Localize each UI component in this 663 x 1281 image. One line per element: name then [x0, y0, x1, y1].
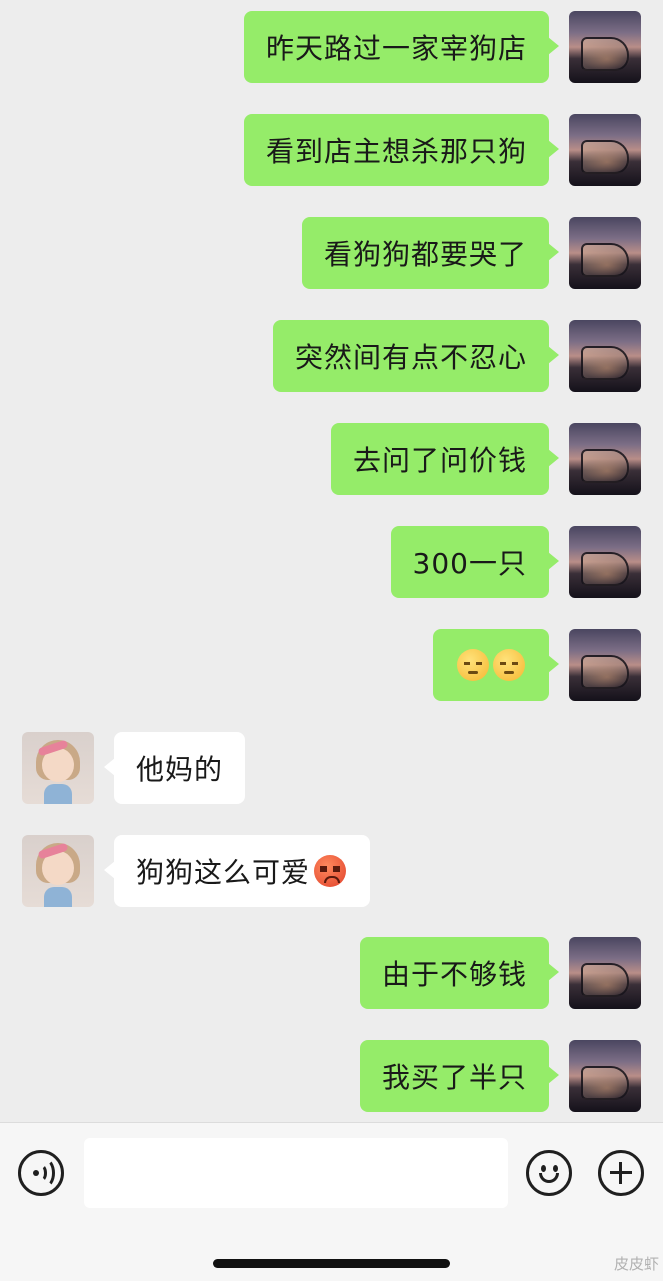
received-message-bubble[interactable]: 狗狗这么可爱	[103, 835, 371, 907]
self-avatar[interactable]	[569, 1040, 641, 1112]
sent-message-bubble[interactable]: 看狗狗都要哭了	[301, 217, 560, 289]
message-text: 看狗狗都要哭了	[323, 238, 527, 271]
message-text: 去问了问价钱	[352, 444, 527, 477]
message-text: 他妈的	[136, 753, 224, 786]
message-row: 狗狗这么可爱	[22, 835, 371, 907]
self-avatar[interactable]	[569, 629, 641, 701]
emoji-icon-eye	[541, 1165, 546, 1172]
voice-icon[interactable]	[18, 1150, 64, 1196]
sent-message-bubble[interactable]: 去问了问价钱	[330, 423, 560, 495]
voice-icon-wave	[35, 1158, 55, 1188]
sent-message-bubble[interactable]: 昨天路过一家宰狗店	[243, 11, 560, 83]
pensive-face-emoji	[493, 649, 525, 681]
message-input[interactable]	[84, 1138, 508, 1208]
sent-message-bubble[interactable]: 300一只	[390, 526, 560, 598]
home-indicator[interactable]	[213, 1259, 450, 1268]
message-row: 我买了半只	[359, 1040, 641, 1112]
message-text: 300一只	[412, 547, 527, 580]
received-message-bubble[interactable]: 他妈的	[103, 732, 246, 804]
girl-avatar[interactable]	[22, 835, 94, 907]
self-avatar[interactable]	[569, 217, 641, 289]
message-row	[433, 629, 641, 701]
pensive-face-emoji	[457, 649, 489, 681]
emoji-icon[interactable]	[526, 1150, 572, 1196]
watermark: 皮皮虾	[613, 1255, 659, 1273]
message-text: 突然间有点不忍心	[294, 341, 527, 374]
message-row: 突然间有点不忍心	[272, 320, 641, 392]
self-avatar[interactable]	[569, 114, 641, 186]
message-text: 狗狗这么可爱	[136, 856, 311, 889]
angry-face-emoji	[314, 855, 347, 887]
message-text: 昨天路过一家宰狗店	[265, 32, 527, 65]
self-avatar[interactable]	[569, 320, 641, 392]
self-avatar[interactable]	[569, 526, 641, 598]
avatar-dress	[44, 887, 72, 907]
message-text: 我买了半只	[381, 1061, 527, 1094]
plus-icon[interactable]	[598, 1150, 644, 1196]
sent-message-bubble[interactable]	[433, 629, 559, 701]
avatar-dress	[44, 784, 72, 804]
chat-message-list[interactable]: 昨天路过一家宰狗店 看到店主想杀那只狗 看狗狗都要哭了 突然间有点不忍心 去问了…	[0, 0, 663, 1122]
message-row: 看到店主想杀那只狗	[243, 114, 641, 186]
girl-avatar[interactable]	[22, 732, 94, 804]
sent-message-bubble[interactable]: 看到店主想杀那只狗	[243, 114, 560, 186]
message-text: 由于不够钱	[381, 958, 527, 991]
self-avatar[interactable]	[569, 423, 641, 495]
message-row: 看狗狗都要哭了	[301, 217, 641, 289]
emoji-icon-eye	[553, 1165, 558, 1172]
sent-message-bubble[interactable]: 突然间有点不忍心	[272, 320, 560, 392]
sent-message-bubble[interactable]: 由于不够钱	[359, 937, 560, 1009]
plus-icon-bar	[619, 1162, 622, 1184]
message-row: 由于不够钱	[359, 937, 641, 1009]
message-text: 看到店主想杀那只狗	[265, 135, 527, 168]
self-avatar[interactable]	[569, 11, 641, 83]
message-row: 他妈的	[22, 732, 246, 804]
self-avatar[interactable]	[569, 937, 641, 1009]
chat-input-bar: 皮皮虾	[0, 1122, 663, 1281]
sent-message-bubble[interactable]: 我买了半只	[359, 1040, 560, 1112]
message-row: 昨天路过一家宰狗店	[243, 11, 641, 83]
message-row: 300一只	[390, 526, 641, 598]
emoji-icon-mouth	[539, 1173, 559, 1183]
message-row: 去问了问价钱	[330, 423, 641, 495]
